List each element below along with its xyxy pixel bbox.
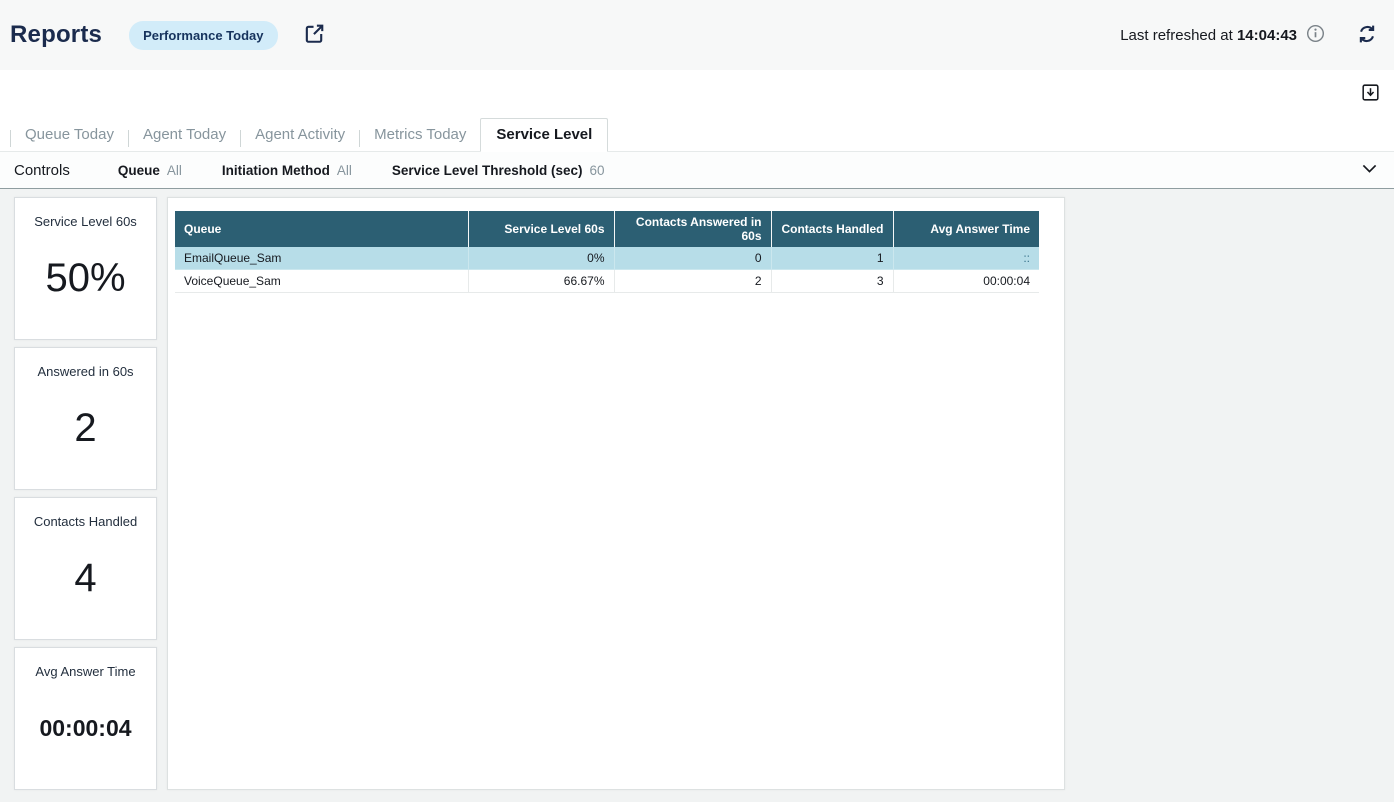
filter-service-level-threshold[interactable]: Service Level Threshold (sec) 60 — [392, 163, 605, 178]
cell-queue[interactable]: EmailQueue_Sam — [175, 247, 468, 270]
filter-queue-label: Queue — [118, 163, 160, 178]
filter-service-level-threshold-value: 60 — [589, 163, 604, 178]
kpi-card-service-level: Service Level 60s 50% — [14, 197, 157, 340]
dashboard-content: Service Level 60s 50% Answered in 60s 2 … — [0, 189, 1394, 802]
last-refreshed-label: Last refreshed at — [1120, 27, 1233, 44]
tab-agent-activity[interactable]: Agent Activity — [241, 120, 359, 151]
refresh-status-group: Last refreshed at 14:04:43 — [1120, 23, 1378, 48]
refresh-icon — [1356, 23, 1378, 48]
service-level-table: Queue Service Level 60s Contacts Answere… — [175, 211, 1039, 293]
kpi-title: Answered in 60s — [37, 364, 133, 379]
kpi-card-answered-in-60s: Answered in 60s 2 — [14, 347, 157, 490]
table-header-row: Queue Service Level 60s Contacts Answere… — [175, 211, 1039, 247]
filter-group: Queue All Initiation Method All Service Le… — [118, 163, 605, 178]
column-header-contacts-handled[interactable]: Contacts Handled — [771, 211, 893, 247]
kpi-value: 50% — [45, 229, 125, 339]
kpi-card-avg-answer-time: Avg Answer Time 00:00:04 — [14, 647, 157, 790]
report-name-badge: Performance Today — [129, 21, 277, 50]
cell-service-level[interactable]: 0% — [468, 247, 614, 270]
cell-contacts-answered[interactable]: 2 — [614, 270, 771, 293]
info-icon — [1306, 24, 1325, 46]
column-header-queue[interactable]: Queue — [175, 211, 468, 247]
tab-service-level[interactable]: Service Level — [480, 118, 608, 152]
cell-contacts-answered[interactable]: 0 — [614, 247, 771, 270]
tab-agent-today[interactable]: Agent Today — [129, 120, 240, 151]
kpi-value: 00:00:04 — [39, 679, 131, 789]
filter-initiation-method[interactable]: Initiation Method All — [222, 163, 352, 178]
kpi-title: Avg Answer Time — [35, 664, 135, 679]
filter-queue-value: All — [167, 163, 182, 178]
report-tab-bar: Queue Today Agent Today Agent Activity M… — [0, 121, 1394, 152]
table-row[interactable]: EmailQueue_Sam 0% 0 1 :: — [175, 247, 1039, 270]
kpi-title: Contacts Handled — [34, 514, 137, 529]
page-title: Reports — [10, 21, 102, 49]
cell-contacts-handled[interactable]: 3 — [771, 270, 893, 293]
controls-title: Controls — [14, 162, 70, 179]
refresh-button[interactable] — [1356, 23, 1378, 48]
controls-bar: Controls Queue All Initiation Method All S… — [0, 152, 1394, 189]
refresh-info-button[interactable] — [1306, 24, 1325, 46]
column-header-service-level-60s[interactable]: Service Level 60s — [468, 211, 614, 247]
column-header-contacts-answered-in-60s[interactable]: Contacts Answered in 60s — [614, 211, 771, 247]
cell-contacts-handled[interactable]: 1 — [771, 247, 893, 270]
external-link-icon — [303, 22, 326, 48]
filter-initiation-method-label: Initiation Method — [222, 163, 330, 178]
download-button[interactable] — [1361, 83, 1380, 105]
filter-queue[interactable]: Queue All — [118, 163, 182, 178]
column-header-avg-answer-time[interactable]: Avg Answer Time — [893, 211, 1039, 247]
cell-service-level[interactable]: 66.67% — [468, 270, 614, 293]
kpi-value: 2 — [74, 379, 96, 489]
cell-avg-answer-time[interactable]: :: — [893, 247, 1039, 270]
filter-initiation-method-value: All — [337, 163, 352, 178]
cell-avg-answer-time[interactable]: 00:00:04 — [893, 270, 1039, 293]
kpi-value: 4 — [74, 529, 96, 639]
controls-collapse-button[interactable] — [1359, 158, 1380, 182]
cell-queue[interactable]: VoiceQueue_Sam — [175, 270, 468, 293]
download-icon — [1361, 90, 1380, 105]
kpi-column: Service Level 60s 50% Answered in 60s 2 … — [14, 197, 157, 790]
open-in-new-window-button[interactable] — [303, 22, 326, 48]
last-refreshed-time: 14:04:43 — [1237, 27, 1297, 44]
filter-service-level-threshold-label: Service Level Threshold (sec) — [392, 163, 583, 178]
kpi-title: Service Level 60s — [34, 214, 137, 229]
chevron-down-icon — [1359, 158, 1380, 182]
report-toolbar-band: Queue Today Agent Today Agent Activity M… — [0, 70, 1394, 152]
table-row[interactable]: VoiceQueue_Sam 66.67% 2 3 00:00:04 — [175, 270, 1039, 293]
service-level-table-panel: Queue Service Level 60s Contacts Answere… — [167, 197, 1065, 790]
kpi-card-contacts-handled: Contacts Handled 4 — [14, 497, 157, 640]
last-refreshed-text: Last refreshed at 14:04:43 — [1120, 27, 1297, 44]
app-header: Reports Performance Today Last refreshed… — [0, 0, 1394, 70]
tab-queue-today[interactable]: Queue Today — [11, 120, 128, 151]
tab-metrics-today[interactable]: Metrics Today — [360, 120, 480, 151]
